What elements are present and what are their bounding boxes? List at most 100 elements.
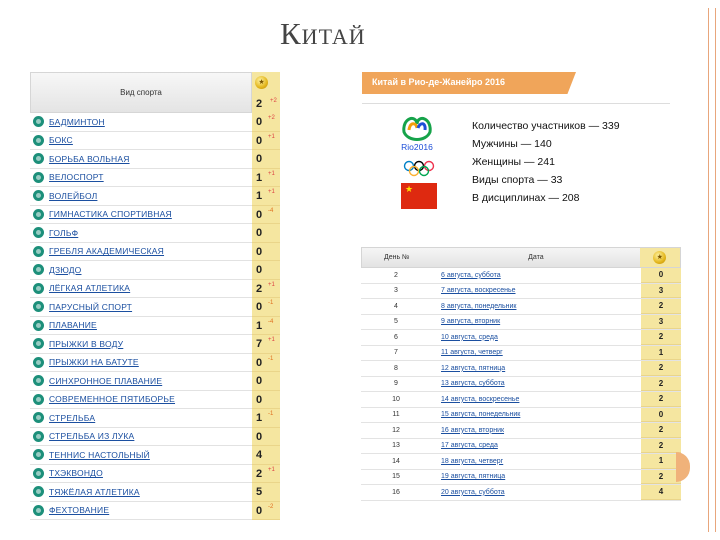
table-row: 10 14 августа, воскресенье 2 [361, 392, 681, 408]
sport-icon [33, 116, 44, 128]
info-stats: Количество участников — 339 Мужчины — 14… [472, 117, 620, 207]
sport-icon [33, 190, 44, 202]
date-link[interactable]: 9 августа, вторник [441, 318, 500, 325]
sport-link[interactable]: ГОЛЬФ [49, 228, 78, 238]
sport-link[interactable]: СОВРЕМЕННОЕ ПЯТИБОРЬЕ [49, 394, 175, 404]
date-link[interactable]: 15 августа, понедельник [441, 411, 520, 418]
table-row: ТЯЖЁЛАЯ АТЛЕТИКА 5 [30, 483, 280, 502]
table-row: БОКС 0 +1 [30, 131, 280, 150]
date-cell: 14 августа, воскресенье [431, 392, 641, 407]
date-link[interactable]: 16 августа, вторник [441, 427, 504, 434]
sport-link[interactable]: ФЕХТОВАНИЕ [49, 505, 109, 515]
sport-cell: ЛЁГКАЯ АТЛЕТИКА [30, 280, 252, 298]
medal-cell: 0 [252, 224, 280, 243]
table-row: 11 15 августа, понедельник 0 [361, 407, 681, 423]
table-row: БАДМИНТОН 0 +2 [30, 113, 280, 132]
day-number: 6 [394, 333, 398, 341]
medal-delta: +1 [268, 189, 275, 195]
date-cell: 19 августа, пятница [431, 470, 641, 485]
sport-icon [33, 486, 44, 498]
date-link[interactable]: 13 августа, суббота [441, 380, 505, 387]
medal-count: 1 [256, 171, 263, 184]
sport-cell: СТРЕЛЬБА [30, 409, 252, 428]
table-row: ПЛАВАНИЕ 1 -4 [30, 316, 280, 335]
date-link[interactable]: 7 августа, воскресенье [441, 287, 516, 294]
table-row: ВОЛЕЙБОЛ 1 +1 [30, 187, 280, 206]
sport-link[interactable]: ТХЭКВОНДО [49, 468, 103, 478]
sport-cell: ВОЛЕЙБОЛ [30, 187, 252, 206]
medal-delta: +1 [268, 281, 275, 288]
sport-icon [33, 504, 44, 516]
medal-delta: +2 [268, 115, 275, 121]
day-number: 12 [392, 426, 400, 434]
sport-link[interactable]: ПРЫЖКИ НА БАТУТЕ [49, 357, 139, 367]
sport-cell: БАДМИНТОН [30, 113, 252, 132]
sport-link[interactable]: БАДМИНТОН [49, 117, 105, 127]
date-link[interactable]: 14 августа, воскресенье [441, 396, 519, 403]
sport-link[interactable]: ТЯЖЁЛАЯ АТЛЕТИКА [49, 487, 140, 497]
sport-link[interactable]: БОРЬБА ВОЛЬНАЯ [49, 154, 130, 164]
day-medal-count: 1 [641, 454, 681, 469]
sport-link[interactable]: ВОЛЕЙБОЛ [49, 191, 97, 201]
medal-cell: 0 -1 [252, 298, 280, 317]
date-link[interactable]: 19 августа, пятница [441, 473, 505, 480]
sport-link[interactable]: ГИМНАСТИКА СПОРТИВНАЯ [49, 209, 172, 219]
day-number: 14 [392, 457, 400, 465]
date-cell: 9 августа, вторник [431, 315, 641, 330]
sport-icon [33, 449, 44, 461]
sport-link[interactable]: СТРЕЛЬБА [49, 413, 95, 423]
date-link[interactable]: 10 августа, среда [441, 334, 498, 341]
sport-link[interactable]: ВЕЛОСПОРТ [49, 172, 104, 182]
sport-link[interactable]: СТРЕЛЬБА ИЗ ЛУКА [49, 431, 134, 441]
day-medal-count: 2 [641, 423, 681, 438]
sport-link[interactable]: СИНХРОННОЕ ПЛАВАНИЕ [49, 376, 162, 386]
day-number: 3 [394, 287, 398, 295]
date-link[interactable]: 18 августа, четверг [441, 458, 503, 465]
day-number: 9 [394, 380, 398, 388]
sport-link[interactable]: ГРЕБЛЯ АКАДЕМИЧЕСКАЯ [49, 246, 164, 256]
date-cell: 6 августа, суббота [431, 268, 641, 283]
medal-cell: 1 +1 [252, 168, 280, 187]
date-link[interactable]: 11 августа, четверг [441, 349, 503, 356]
sport-link[interactable]: ДЗЮДО [49, 265, 81, 275]
sport-icon [33, 134, 44, 146]
date-link[interactable]: 12 августа, пятница [441, 365, 505, 372]
medal-count: 0 [256, 430, 263, 443]
sport-link[interactable]: ЛЁГКАЯ АТЛЕТИКА [49, 283, 130, 293]
sport-cell: СТРЕЛЬБА ИЗ ЛУКА [30, 428, 252, 446]
medal-count: 0 [256, 208, 263, 221]
rio-2016-logo: Rio2016 [401, 116, 433, 152]
medal-cell: 1 +1 [252, 187, 280, 206]
date-link[interactable]: 20 августа, суббота [441, 489, 505, 496]
days-table: День № Дата ★ 26 августа, суббота 0 3 7 авг… [361, 247, 681, 501]
sport-cell: ФЕХТОВАНИЕ [30, 502, 252, 520]
table-row: ПРЫЖКИ НА БАТУТЕ 0 -1 [30, 353, 280, 372]
sport-cell: ДЗЮДО [30, 261, 252, 280]
sport-link[interactable]: ПЛАВАНИЕ [49, 320, 97, 330]
date-cell: 8 августа, понедельник [431, 299, 641, 314]
date-cell: 10 августа, среда [431, 330, 641, 345]
sport-link[interactable]: ПАРУСНЫЙ СПОРТ [49, 302, 132, 312]
sports-table-header: Вид спорта ★ 2 +2 [30, 72, 280, 113]
sports-table-body: БАДМИНТОН 0 +2 БОКС 0 +1 БОРЬБА ВОЛЬНАЯ 0 ВЕЛОСП… [30, 113, 280, 520]
sport-icon [33, 319, 44, 331]
sports-table: Вид спорта ★ 2 +2 БАДМИНТОН 0 +2 БОКС 0 +1 БОР… [30, 72, 280, 520]
date-link[interactable]: 8 августа, понедельник [441, 303, 516, 310]
medal-cell: 0 -4 [252, 205, 280, 224]
sport-icon [33, 171, 44, 183]
day-medal-count: 0 [641, 407, 681, 422]
date-cell: 7 августа, воскресенье [431, 284, 641, 299]
table-row: ЛЁГКАЯ АТЛЕТИКА 2 +1 [30, 279, 280, 298]
day-number: 13 [392, 442, 400, 450]
date-column-header: Дата [528, 254, 544, 261]
sport-link[interactable]: ТЕННИС НАСТОЛЬНЫЙ [49, 450, 150, 460]
date-link[interactable]: 6 августа, суббота [441, 272, 501, 279]
sport-icon [33, 430, 44, 442]
sport-link[interactable]: БОКС [49, 135, 73, 145]
sport-link[interactable]: ПРЫЖКИ В ВОДУ [49, 339, 123, 349]
medal-cell: 0 -1 [252, 353, 280, 372]
medal-cell: 0 [252, 390, 280, 409]
day-medal-count: 0 [641, 268, 681, 283]
date-link[interactable]: 17 августа, среда [441, 442, 498, 449]
medal-delta: -1 [268, 300, 274, 306]
